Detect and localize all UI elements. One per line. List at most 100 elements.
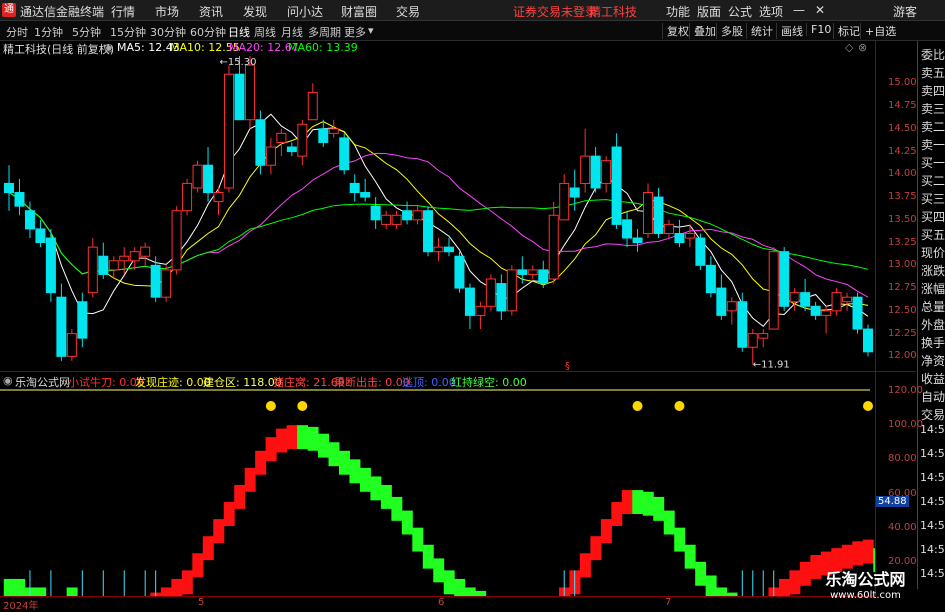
date-jun: 6 (438, 597, 445, 608)
candle-body (161, 269, 172, 298)
tool-f10[interactable]: F10 (806, 23, 831, 36)
candle-body (35, 228, 46, 244)
period-1min[interactable]: 1分钟 (34, 24, 63, 40)
date-jul: 7 (665, 597, 672, 608)
tool-duogu[interactable]: 多股 (716, 23, 743, 39)
tick-time: 14:56 (920, 423, 945, 436)
ind-step (433, 558, 445, 583)
tool-fuquan[interactable]: 复权 (662, 23, 689, 39)
indicator-chart[interactable] (0, 389, 875, 596)
menu-xuanxiang[interactable]: 选项 (759, 3, 783, 20)
tick-time: 14:56 (920, 519, 945, 532)
menu-wenxiaoda[interactable]: 问小达 (287, 3, 323, 20)
candle-body (842, 296, 853, 303)
tool-biaoji[interactable]: 标记 (833, 23, 860, 39)
period-toolbar: 分时 1分钟 5分钟 15分钟 30分钟 60分钟 日线 周线 月线 多周期 更… (0, 21, 945, 41)
menu-gongshi[interactable]: 公式 (728, 3, 752, 20)
tool-tongji[interactable]: 统计 (746, 23, 773, 39)
app-title: 通达信金融终端 (20, 5, 105, 19)
quote-label: 卖二 (921, 120, 945, 134)
high-price-label: ←15.30 (219, 57, 256, 68)
diamond-icon[interactable]: ◇ (845, 41, 853, 54)
ind-step (14, 578, 26, 596)
candle-body (433, 246, 444, 253)
candle-body (863, 328, 873, 353)
quote-label: 卖三 (921, 102, 945, 116)
chevron-down-icon[interactable]: ▾ (368, 24, 374, 37)
candle-body (339, 137, 350, 171)
period-more[interactable]: 更多 (344, 24, 366, 40)
ind-step (66, 587, 78, 596)
low-price-label: ←11.91 (753, 360, 790, 370)
candle-body (789, 292, 800, 303)
period-30min[interactable]: 30分钟 (150, 24, 186, 40)
candle-body (663, 223, 674, 234)
price-tick-label: 12.25 (888, 327, 917, 339)
menu-jiaoyi[interactable]: 交易 (396, 3, 420, 20)
login-warning[interactable]: 证券交易未登录 (513, 3, 597, 20)
indicator-bars (3, 425, 875, 596)
quote-label: 买二 (921, 174, 945, 188)
ind-step (789, 570, 801, 595)
ind-step (674, 527, 686, 552)
candle-body (56, 296, 67, 357)
ind-step (370, 476, 382, 501)
ind-step (297, 425, 309, 450)
period-weekly[interactable]: 周线 (254, 24, 276, 40)
ind-step (653, 496, 665, 521)
tool-add-watchlist[interactable]: +自选 (860, 23, 896, 39)
candle-body (381, 214, 392, 225)
quote-label: 自动 (921, 390, 945, 404)
minimize-icon[interactable]: — (793, 3, 805, 17)
candle-body (747, 333, 758, 348)
close-chart-icon[interactable]: ⊗ (858, 41, 867, 54)
tool-diejia[interactable]: 叠加 (689, 23, 716, 39)
period-60min[interactable]: 60分钟 (190, 24, 226, 40)
candle-body (391, 214, 402, 225)
ind-step (192, 553, 204, 578)
quote-label: 买四 (921, 210, 945, 224)
chart-title: 精工科技(日线 前复权) (3, 43, 115, 56)
ind-tick-label: 100.00 (888, 419, 923, 431)
watermark-url: www.60lt.com (830, 590, 901, 601)
period-15min[interactable]: 15分钟 (110, 24, 146, 40)
ind-step (412, 527, 424, 552)
ind-current-value: 54.88 (876, 496, 909, 508)
tick-time: 14:56 (920, 471, 945, 484)
period-daily[interactable]: 日线 (228, 24, 250, 40)
candle-body (821, 310, 832, 316)
candle-body (24, 210, 35, 230)
tick-time: 14:56 (920, 543, 945, 556)
period-5min[interactable]: 5分钟 (72, 24, 101, 40)
price-tick-label: 13.25 (888, 236, 917, 248)
settings-gear-icon[interactable]: ◉ (104, 41, 114, 54)
menu-banmian[interactable]: 版面 (697, 3, 721, 20)
candle-body (255, 119, 266, 166)
menu-shichang[interactable]: 市场 (155, 3, 179, 20)
menu-zixun[interactable]: 资讯 (199, 3, 223, 20)
period-monthly[interactable]: 月线 (281, 24, 303, 40)
user-label[interactable]: 游客 (893, 3, 917, 20)
close-icon[interactable]: ✕ (815, 3, 825, 17)
price-tick-label: 14.50 (888, 122, 917, 134)
menu-gongneng[interactable]: 功能 (666, 3, 690, 20)
ind-item-2: 建仓区: 118.00 (203, 376, 282, 389)
candle-body (674, 232, 685, 244)
menu-hangqing[interactable]: 行情 (111, 3, 135, 20)
candle-body (4, 182, 14, 194)
candle-body (601, 160, 612, 184)
candlestick-chart[interactable]: ←15.30 ←11.91 § (0, 56, 875, 370)
period-fenshi[interactable]: 分时 (6, 24, 28, 40)
indicator-gear-icon[interactable]: ◉ (3, 374, 13, 387)
moving-average-lines (8, 113, 869, 327)
period-multi[interactable]: 多周期 (308, 24, 341, 40)
menu-caifuquan[interactable]: 财富圈 (341, 3, 377, 20)
quote-label: 卖一 (921, 138, 945, 152)
tick-time: 14:56 (920, 567, 945, 580)
candle-body (182, 182, 193, 212)
menu-faxian[interactable]: 发现 (243, 3, 267, 20)
candle-body (307, 91, 318, 121)
candle-body (684, 232, 695, 239)
candle-body (810, 305, 821, 316)
tool-huaxian[interactable]: 画线 (776, 23, 803, 39)
